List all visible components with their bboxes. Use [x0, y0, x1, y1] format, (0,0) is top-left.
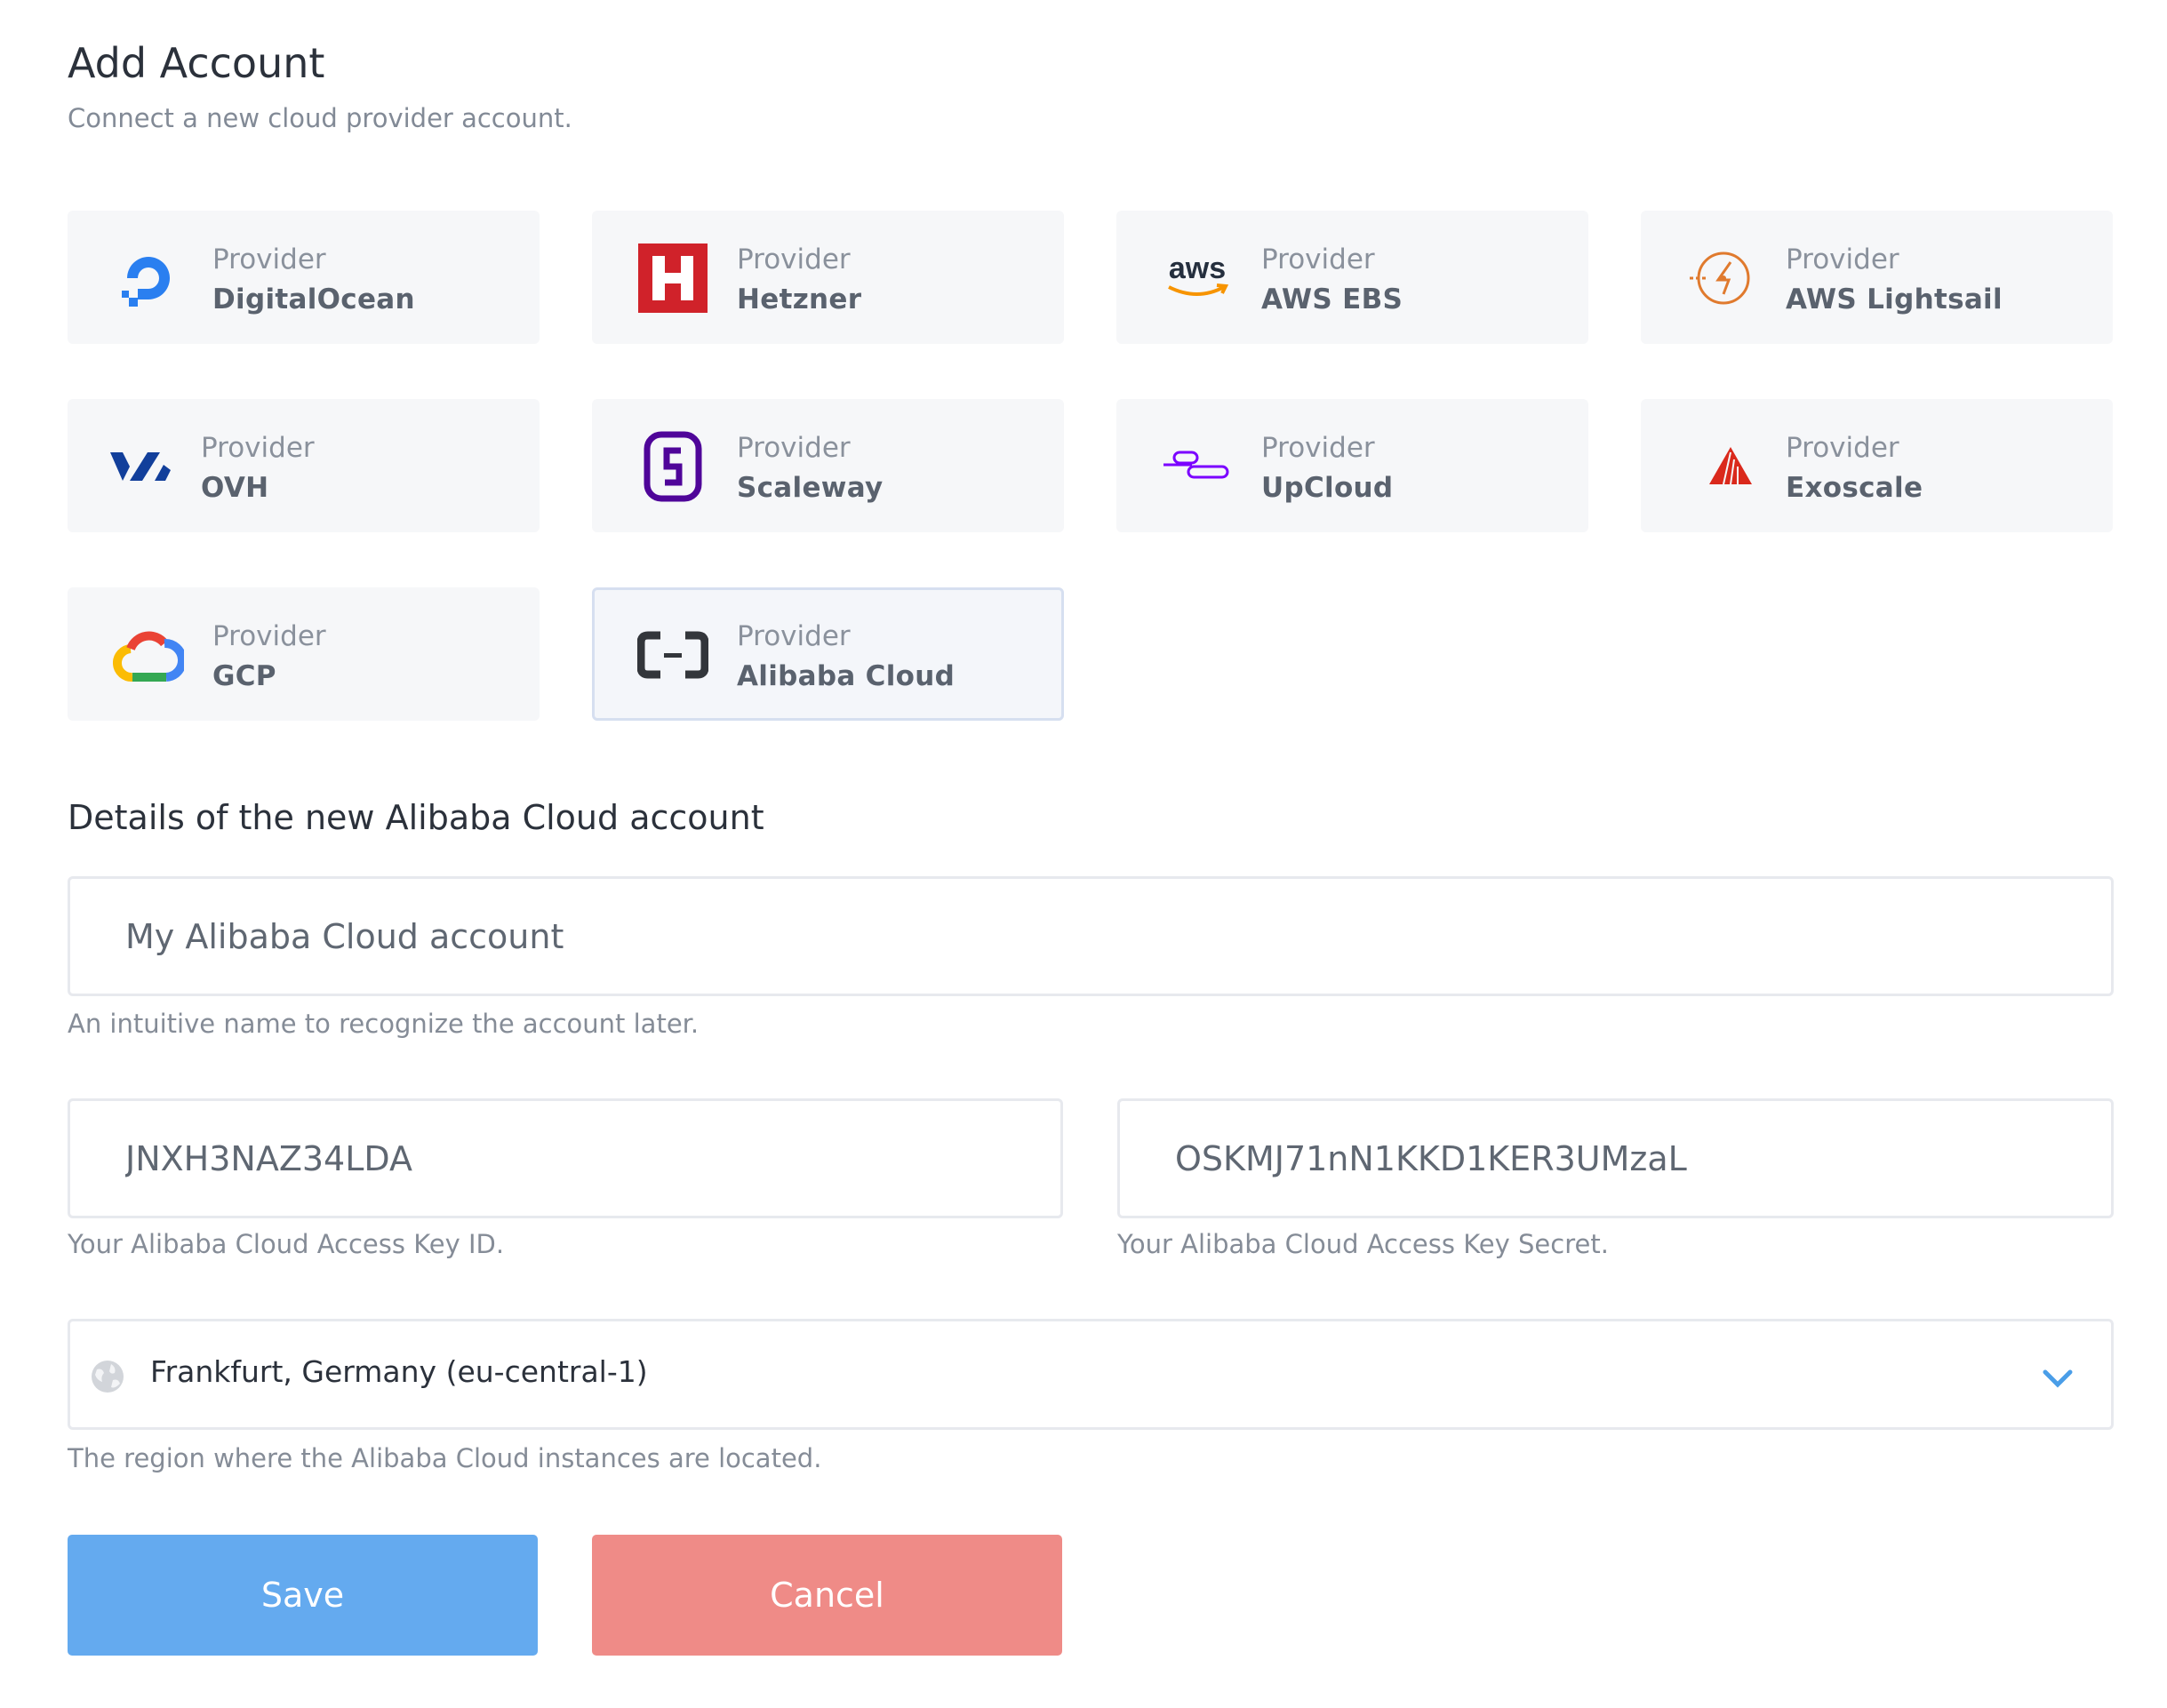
hetzner-icon — [637, 235, 708, 321]
upcloud-icon — [1162, 424, 1233, 509]
provider-caption: Provider — [201, 432, 315, 464]
provider-caption: Provider — [1261, 432, 1375, 464]
provider-caption: Provider — [1786, 432, 1899, 464]
provider-card-alibaba-cloud[interactable]: Provider Alibaba Cloud — [592, 587, 1064, 721]
region-select[interactable]: Frankfurt, Germany (eu-central-1) — [68, 1319, 2114, 1430]
access-key-secret-input[interactable] — [1175, 1101, 2095, 1216]
provider-caption: Provider — [1261, 243, 1375, 275]
account-name-input[interactable] — [125, 879, 2095, 994]
provider-name: DigitalOcean — [212, 283, 415, 315]
provider-card-aws-ebs[interactable]: aws Provider AWS EBS — [1116, 211, 1588, 344]
details-section-title: Details of the new Alibaba Cloud account — [68, 798, 764, 837]
access-key-id-field — [68, 1098, 1063, 1218]
provider-caption: Provider — [737, 620, 851, 652]
cancel-button[interactable]: Cancel — [592, 1535, 1062, 1656]
provider-name: OVH — [201, 472, 269, 504]
provider-card-digitalocean[interactable]: Provider DigitalOcean — [68, 211, 540, 344]
gcp-icon — [113, 612, 184, 698]
provider-caption: Provider — [1786, 243, 1899, 275]
provider-name: Hetzner — [737, 283, 862, 315]
save-button[interactable]: Save — [68, 1535, 538, 1656]
aws-icon-text: aws — [1169, 251, 1226, 285]
region-hint: The region where the Alibaba Cloud insta… — [68, 1443, 822, 1473]
account-name-field — [68, 876, 2114, 996]
ovh-icon — [106, 424, 177, 509]
provider-name: AWS EBS — [1261, 283, 1403, 315]
page-title: Add Account — [68, 39, 325, 87]
digitalocean-icon — [113, 235, 184, 321]
provider-card-ovh[interactable]: Provider OVH — [68, 399, 540, 532]
provider-caption: Provider — [212, 243, 326, 275]
provider-card-gcp[interactable]: Provider GCP — [68, 587, 540, 721]
aws-icon: aws — [1162, 235, 1233, 321]
provider-caption: Provider — [212, 620, 326, 652]
provider-name: AWS Lightsail — [1786, 283, 2003, 315]
aws-lightsail-icon — [1686, 235, 1757, 321]
provider-name: UpCloud — [1261, 472, 1394, 504]
provider-card-exoscale[interactable]: Provider Exoscale — [1641, 399, 2113, 532]
alibaba-cloud-icon — [637, 612, 708, 698]
exoscale-icon — [1695, 424, 1766, 509]
provider-name: Alibaba Cloud — [737, 660, 956, 692]
provider-name: GCP — [212, 660, 276, 692]
provider-name: Exoscale — [1786, 472, 1923, 504]
chevron-down-icon — [2043, 1369, 2073, 1388]
access-key-secret-field — [1117, 1098, 2114, 1218]
page-subtitle: Connect a new cloud provider account. — [68, 103, 572, 133]
globe-icon — [92, 1361, 124, 1393]
provider-caption: Provider — [737, 243, 851, 275]
provider-card-upcloud[interactable]: Provider UpCloud — [1116, 399, 1588, 532]
provider-card-aws-lightsail[interactable]: Provider AWS Lightsail — [1641, 211, 2113, 344]
provider-caption: Provider — [737, 432, 851, 464]
provider-card-scaleway[interactable]: Provider Scaleway — [592, 399, 1064, 532]
provider-card-hetzner[interactable]: Provider Hetzner — [592, 211, 1064, 344]
region-select-value: Frankfurt, Germany (eu-central-1) — [150, 1354, 648, 1389]
access-key-id-input[interactable] — [125, 1101, 1044, 1216]
provider-grid: Provider DigitalOcean Provider Hetzner a… — [68, 211, 2114, 721]
account-name-hint: An intuitive name to recognize the accou… — [68, 1009, 700, 1039]
access-key-secret-hint: Your Alibaba Cloud Access Key Secret. — [1117, 1229, 1609, 1259]
access-key-id-hint: Your Alibaba Cloud Access Key ID. — [68, 1229, 505, 1259]
scaleway-icon — [637, 424, 708, 509]
provider-name: Scaleway — [737, 472, 884, 504]
